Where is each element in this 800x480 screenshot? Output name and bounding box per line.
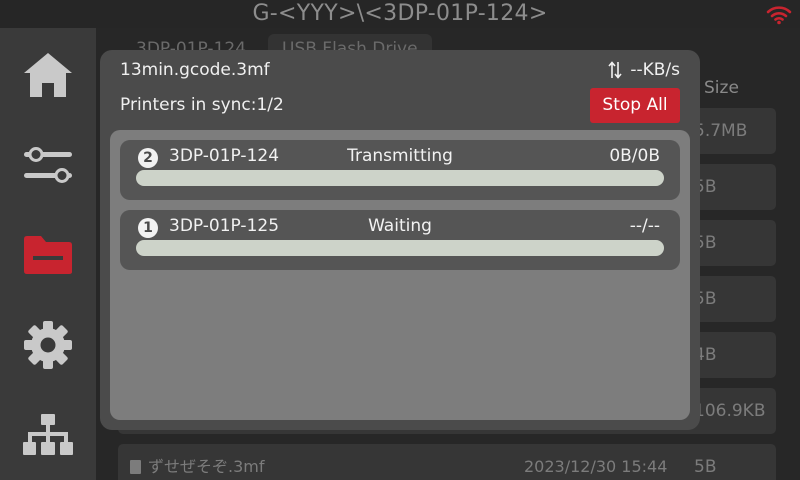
size-column-header: Size: [704, 78, 739, 98]
printer-name: 3DP-01P-124: [169, 146, 280, 166]
window-title: G-<YYY>\<3DP-01P-124>: [252, 1, 548, 26]
sidebar-item-home[interactable]: [0, 30, 96, 120]
transfer-amount: --/--: [629, 216, 660, 236]
sidebar-item-controls[interactable]: [0, 120, 96, 210]
sidebar: [0, 28, 96, 480]
speed-value: --KB/s: [630, 60, 680, 80]
sidebar-item-files[interactable]: [0, 210, 96, 300]
file-size: 5B: [694, 457, 717, 477]
sync-status: Printers in sync:1/2: [120, 95, 284, 115]
printer-index-badge: 1: [138, 218, 158, 238]
gear-icon: [24, 321, 72, 369]
file-row[interactable]: ずせぜそぞ.3mf 2023/12/30 15:44 5B: [118, 444, 776, 480]
title-bar: G-<YYY>\<3DP-01P-124>: [0, 0, 800, 28]
sliders-icon: [24, 147, 72, 183]
file-date: 2023/12/30 15:44: [524, 457, 668, 476]
home-icon: [24, 53, 72, 97]
printer-list: 2 3DP-01P-124 Transmitting 0B/0B 1 3DP-0…: [110, 130, 690, 420]
wifi-icon: [766, 6, 792, 25]
file-size: 106.9KB: [694, 401, 766, 421]
file-icon: [130, 460, 141, 474]
sidebar-item-settings[interactable]: [0, 300, 96, 390]
printer-index-badge: 2: [138, 148, 158, 168]
sidebar-item-network[interactable]: [0, 390, 96, 480]
transfer-arrows-icon: [608, 61, 622, 79]
file-size: 5.7MB: [694, 121, 748, 141]
progress-bar: [136, 240, 664, 256]
stop-all-button[interactable]: Stop All: [590, 88, 680, 123]
file-name-label: 13min.gcode.3mf: [120, 60, 270, 80]
transfer-amount: 0B/0B: [609, 146, 660, 166]
printer-card: 2 3DP-01P-124 Transmitting 0B/0B: [120, 140, 680, 200]
file-name: ずせぜそぞ.3mf: [148, 457, 265, 476]
transfer-speed: --KB/s: [608, 60, 680, 80]
printer-card: 1 3DP-01P-125 Waiting --/--: [120, 210, 680, 270]
folder-icon: [24, 236, 72, 274]
sync-dialog: 13min.gcode.3mf --KB/s Printers in sync:…: [100, 50, 700, 430]
progress-bar: [136, 170, 664, 186]
network-icon: [23, 414, 73, 455]
printer-name: 3DP-01P-125: [169, 216, 280, 236]
